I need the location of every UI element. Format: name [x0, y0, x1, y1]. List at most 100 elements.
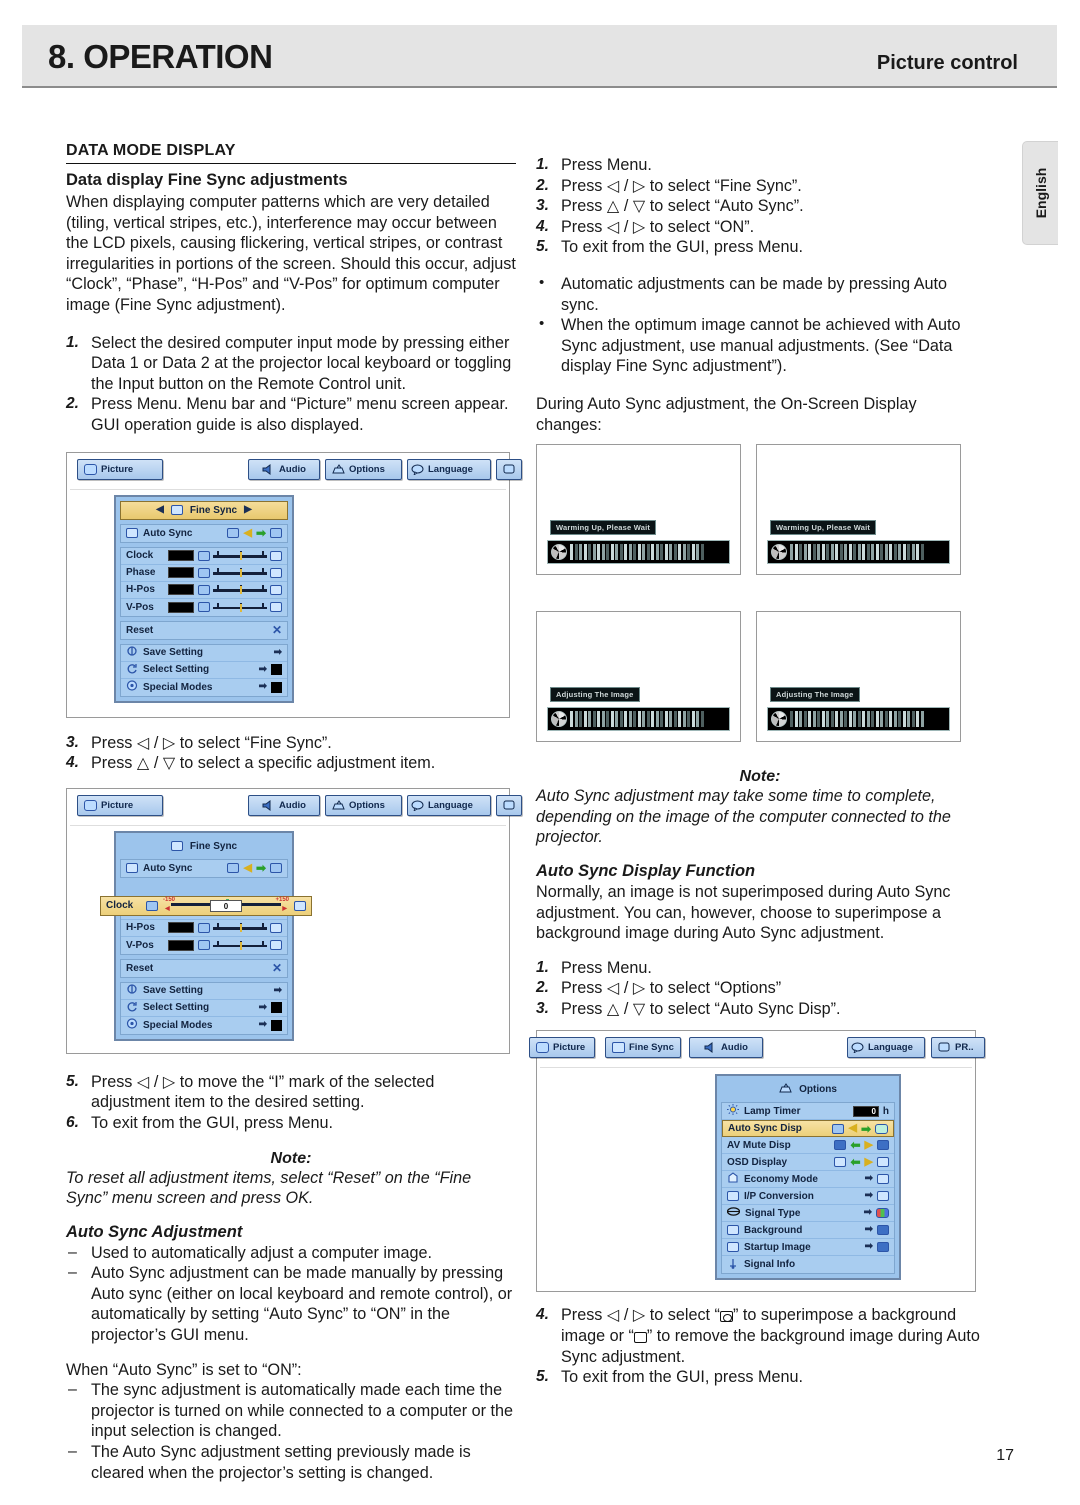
osd-progress-bar: [767, 707, 950, 732]
menu-tab-audio[interactable]: Audio: [248, 794, 320, 816]
av-mute-alt-icon[interactable]: [877, 1140, 889, 1151]
clock-slider[interactable]: -150 +150 ◀ ▶ 0: [163, 897, 289, 913]
menu-tab-picture[interactable]: Picture: [77, 794, 163, 816]
right-arrow-icon[interactable]: ➡: [256, 527, 266, 539]
row-lamp-timer[interactable]: Lamp Timer 0 h: [722, 1103, 894, 1121]
auto-sync-group: Auto Sync ◀ ➡: [120, 523, 288, 543]
menu-tab-picture[interactable]: Picture: [529, 1037, 595, 1059]
row-economy-mode[interactable]: Economy Mode ➡: [722, 1171, 894, 1189]
row-v-pos[interactable]: V-Pos: [121, 937, 287, 954]
h-pos-slider[interactable]: [213, 584, 267, 595]
menu-tab-options[interactable]: Options: [325, 458, 402, 480]
v-pos-slider[interactable]: [213, 940, 267, 951]
row-background[interactable]: Background ➡: [722, 1222, 894, 1240]
row-av-mute-disp[interactable]: AV Mute Disp ⬅ ▶: [722, 1137, 894, 1155]
menu-tab-language[interactable]: Language: [407, 458, 491, 480]
row-special-modes[interactable]: Special Modes ➡: [121, 679, 287, 696]
fine-sync-panel: Fine Sync Auto Sync ◀ ➡ Clock -150 +150 …: [100, 830, 312, 1041]
menu-tab-options[interactable]: Options: [325, 794, 402, 816]
bullet-text: Used to automatically adjust a computer …: [91, 1243, 433, 1262]
row-save-setting[interactable]: Save Setting ➡: [121, 983, 287, 1000]
right-arrow-icon[interactable]: ▶: [244, 505, 252, 515]
row-clock[interactable]: Clock: [121, 548, 287, 565]
row-auto-sync[interactable]: Auto Sync ◀ ➡: [121, 525, 287, 542]
menu-tab-fine-sync[interactable]: Fine Sync: [605, 1037, 681, 1059]
row-auto-sync-disp[interactable]: Auto Sync Disp ◀ ➡: [722, 1120, 894, 1138]
row-label: Special Modes: [143, 1019, 213, 1031]
off-state-icon[interactable]: [227, 528, 240, 539]
pr-icon: [503, 800, 516, 811]
list-item: 6. To exit from the GUI, press Menu.: [66, 1113, 516, 1134]
steps-list-mid: 1. Press Menu. 2. Press ◁ / ▷ to select “O…: [536, 958, 984, 1020]
row-h-pos[interactable]: H-Pos: [121, 582, 287, 599]
row-signal-info[interactable]: Signal Info: [722, 1256, 894, 1273]
on-state-icon[interactable]: [270, 528, 282, 539]
clock-slider[interactable]: [213, 550, 267, 561]
screen-on-icon[interactable]: [875, 1123, 888, 1134]
left-arrow-icon[interactable]: ⬅: [850, 1139, 860, 1151]
menu-tab-language[interactable]: Language: [407, 794, 491, 816]
value-icon: [877, 1225, 889, 1236]
clock-max-icon: [294, 900, 306, 911]
right-arrow-icon[interactable]: ➡: [256, 862, 266, 874]
right-arrow-icon[interactable]: ➡: [861, 1123, 871, 1135]
row-save-setting[interactable]: Save Setting ➡: [121, 645, 287, 662]
osd-progress-bar: [767, 540, 950, 565]
menu-tab-audio[interactable]: Audio: [689, 1037, 763, 1059]
x-icon: ✕: [271, 961, 282, 976]
row-clock-highlighted[interactable]: Clock -150 +150 ◀ ▶ 0: [100, 895, 312, 916]
speech-bubble-icon: [411, 464, 424, 476]
menu-tab-picture[interactable]: Picture: [77, 458, 163, 480]
spinner-icon: [771, 711, 787, 728]
off-state-icon[interactable]: [227, 863, 240, 874]
row-label: OSD Display: [727, 1156, 788, 1168]
background-icon: [727, 1225, 739, 1236]
row-special-modes[interactable]: Special Modes ➡: [121, 1017, 287, 1034]
value-display: [168, 550, 194, 562]
osd-alt-icon[interactable]: [877, 1157, 889, 1168]
row-select-setting[interactable]: Select Setting ➡: [121, 1000, 287, 1017]
slider-min-label: -150: [163, 897, 176, 904]
step-text: Press ◁ / ▷ to select “ON”.: [561, 217, 755, 236]
on-state-icon[interactable]: [270, 863, 282, 874]
panel-title-label: Fine Sync: [189, 504, 238, 516]
row-startup-image[interactable]: Startup Image ➡: [722, 1239, 894, 1257]
row-label: Auto Sync Disp: [728, 1123, 802, 1135]
menu-tab-label: Audio: [721, 1042, 748, 1054]
menu-tab-audio[interactable]: Audio: [248, 458, 320, 480]
row-reset[interactable]: Reset ✕: [121, 622, 287, 639]
row-select-setting[interactable]: Select Setting ➡: [121, 662, 287, 679]
slider-max-label: +150: [275, 897, 289, 904]
phase-slider[interactable]: [213, 567, 267, 578]
h-pos-slider[interactable]: [213, 922, 267, 933]
v-pos-slider[interactable]: [213, 602, 267, 613]
list-item: 2. Press Menu. Menu bar and “Picture” me…: [66, 394, 516, 435]
step-number: 5.: [66, 1072, 79, 1090]
menu-tab-language[interactable]: Language: [847, 1037, 925, 1059]
row-reset[interactable]: Reset ✕: [121, 960, 287, 977]
fine-sync-icon: [612, 1042, 625, 1054]
menu-bar-divider: [70, 824, 506, 826]
menu-tab-pr[interactable]: [496, 794, 522, 816]
list-item: 4. Press ◁ / ▷ to select “ON”.: [536, 217, 984, 238]
row-v-pos[interactable]: V-Pos: [121, 599, 287, 616]
value-box: [271, 664, 282, 676]
row-osd-display[interactable]: OSD Display ⬅ ▶: [722, 1154, 894, 1172]
row-label: Clock: [106, 900, 134, 912]
osd-screen-1: Warming Up, Please Wait: [536, 444, 741, 576]
list-item: 5. Press ◁ / ▷ to move the “I” mark of t…: [66, 1072, 516, 1113]
left-arrow-icon[interactable]: ◀: [156, 505, 164, 515]
row-auto-sync[interactable]: Auto Sync ◀ ➡: [121, 860, 287, 877]
row-h-pos[interactable]: H-Pos: [121, 920, 287, 937]
gui-menu-bar: Picture Audio Options Language: [67, 794, 522, 826]
left-arrow-icon[interactable]: ⬅: [850, 1156, 860, 1168]
speaker-icon: [262, 799, 275, 811]
row-signal-type[interactable]: Signal Type ➡: [722, 1205, 894, 1223]
special-modes-icon: [126, 1018, 138, 1032]
page-number: 17: [996, 1447, 1014, 1464]
menu-tab-pr[interactable]: [496, 458, 522, 480]
row-ip-conversion[interactable]: I/P Conversion ➡: [722, 1188, 894, 1206]
row-phase[interactable]: Phase: [121, 565, 287, 582]
gui-menu-bar: Picture Audio Options Language: [67, 458, 522, 490]
menu-tab-pr[interactable]: PR..: [931, 1037, 985, 1059]
